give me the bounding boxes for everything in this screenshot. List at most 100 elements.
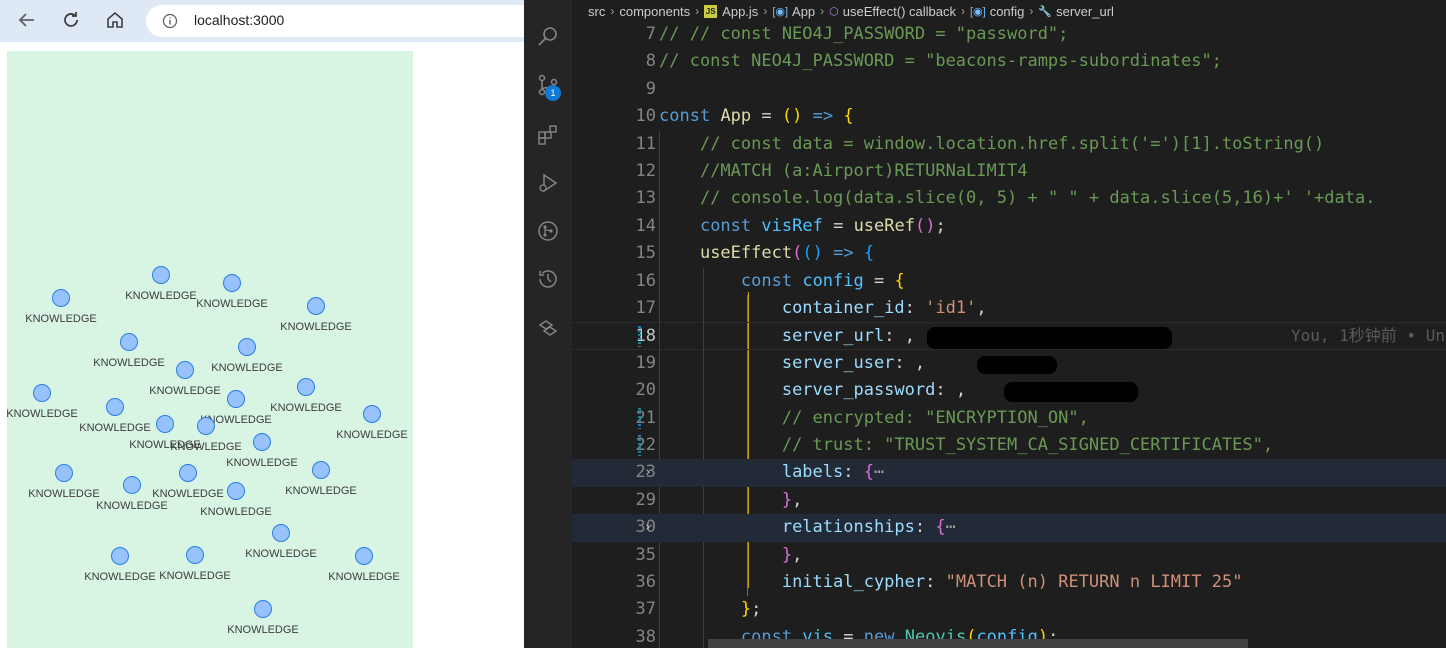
extensions-view-button[interactable] bbox=[533, 120, 563, 150]
graph-svg[interactable]: KNOWLEDGEKNOWLEDGEKNOWLEDGEKNOWLEDGEKNOW… bbox=[7, 51, 413, 648]
code-line[interactable]: 12 //MATCH (a:Airport)RETURNaLIMIT4 bbox=[572, 158, 1446, 185]
graph-node-circle[interactable] bbox=[312, 461, 330, 479]
graph-node-circle[interactable] bbox=[111, 547, 129, 565]
breadcrumb-item[interactable]: 🔧 server_url bbox=[1038, 4, 1114, 19]
code-line[interactable]: 7// // const NEO4J_PASSWORD = "password"… bbox=[572, 22, 1446, 48]
graph-node-circle[interactable] bbox=[272, 524, 290, 542]
graph-node-label: KNOWLEDGE bbox=[159, 570, 231, 582]
graph-node[interactable]: KNOWLEDGE bbox=[280, 297, 352, 334]
graph-node[interactable]: KNOWLEDGE bbox=[25, 289, 97, 326]
code-line[interactable]: 22 // trust: "TRUST_SYSTEM_CA_SIGNED_CER… bbox=[572, 432, 1446, 459]
breadcrumb-item[interactable]: [◉] App bbox=[772, 4, 815, 19]
site-info-icon[interactable] bbox=[162, 13, 178, 29]
chevron-right-icon: › bbox=[820, 4, 825, 18]
graph-node-circle[interactable] bbox=[33, 384, 51, 402]
breadcrumb-label: server_url bbox=[1056, 3, 1114, 19]
graph-node-circle[interactable] bbox=[186, 546, 204, 564]
graph-node-circle[interactable] bbox=[355, 547, 373, 565]
breadcrumb-item[interactable]: src bbox=[588, 4, 605, 19]
fold-chevron-icon[interactable]: › bbox=[644, 514, 652, 541]
back-arrow-icon bbox=[18, 13, 34, 27]
graph-node[interactable]: KNOWLEDGE bbox=[84, 547, 156, 584]
graph-node[interactable]: KNOWLEDGE bbox=[28, 464, 100, 501]
breadcrumb-item[interactable]: components bbox=[619, 4, 690, 19]
remote-explorer-button[interactable] bbox=[533, 314, 563, 344]
search-view-button[interactable] bbox=[533, 22, 563, 52]
graph-node[interactable]: KNOWLEDGE bbox=[336, 405, 408, 442]
code-line[interactable]: 11 // const data = window.location.href.… bbox=[572, 131, 1446, 158]
graph-node-circle[interactable] bbox=[152, 266, 170, 284]
code-line[interactable]: 14 const visRef = useRef(); bbox=[572, 213, 1446, 240]
graph-node-circle[interactable] bbox=[197, 417, 215, 435]
code-editor[interactable]: 7// // const NEO4J_PASSWORD = "password"… bbox=[572, 22, 1446, 648]
graph-node-circle[interactable] bbox=[253, 433, 271, 451]
graph-node-circle[interactable] bbox=[120, 333, 138, 351]
graph-node-circle[interactable] bbox=[55, 464, 73, 482]
graph-node-circle[interactable] bbox=[297, 378, 315, 396]
graph-node[interactable]: KNOWLEDGE bbox=[328, 547, 400, 584]
graph-node[interactable]: KNOWLEDGE bbox=[7, 384, 78, 421]
code-line[interactable]: 17 container_id: 'id1', bbox=[572, 295, 1446, 322]
graph-node[interactable]: KNOWLEDGE bbox=[152, 464, 224, 501]
code-line[interactable]: 36 initial_cypher: "MATCH (n) RETURN n L… bbox=[572, 569, 1446, 596]
graph-node-circle[interactable] bbox=[123, 476, 141, 494]
home-button[interactable] bbox=[100, 5, 130, 35]
graph-node[interactable]: KNOWLEDGE bbox=[159, 546, 231, 583]
graph-node-circle[interactable] bbox=[179, 464, 197, 482]
back-button[interactable] bbox=[12, 5, 42, 35]
code-line[interactable]: 8// const NEO4J_PASSWORD = "beacons-ramp… bbox=[572, 48, 1446, 75]
property-icon: 🔧 bbox=[1038, 5, 1053, 18]
code-line[interactable]: 9 bbox=[572, 76, 1446, 103]
code-line[interactable]: 37 }; bbox=[572, 596, 1446, 623]
graph-node-circle[interactable] bbox=[363, 405, 381, 423]
graph-node-circle[interactable] bbox=[156, 415, 174, 433]
graph-node-circle[interactable] bbox=[176, 361, 194, 379]
graph-node[interactable]: KNOWLEDGE bbox=[270, 378, 342, 415]
graph-node-circle[interactable] bbox=[227, 482, 245, 500]
reload-button[interactable] bbox=[56, 5, 86, 35]
code-line[interactable]: 23 › labels: {⋯ bbox=[572, 459, 1446, 487]
graph-node[interactable]: KNOWLEDGE bbox=[245, 524, 317, 561]
graph-node-label: KNOWLEDGE bbox=[84, 571, 156, 583]
redaction-mark bbox=[927, 327, 1172, 350]
graph-node[interactable]: KNOWLEDGE bbox=[125, 266, 197, 303]
timeline-view-button[interactable] bbox=[533, 264, 563, 294]
graph-node[interactable]: KNOWLEDGE bbox=[79, 398, 151, 435]
git-graph-icon bbox=[538, 221, 558, 241]
graph-node[interactable]: KNOWLEDGE bbox=[227, 600, 299, 637]
code-line[interactable]: 10 const App = () => { bbox=[572, 103, 1446, 130]
code-line[interactable]: 16 const config = { bbox=[572, 268, 1446, 295]
graph-node-circle[interactable] bbox=[238, 338, 256, 356]
graph-canvas[interactable]: KNOWLEDGE KNOWLEDGE KNOWLEDGE KNOWLEDGE KNOW… bbox=[7, 51, 413, 648]
graph-node[interactable]: KNOWLEDGE bbox=[196, 274, 268, 311]
breadcrumb-item[interactable]: [◉] config bbox=[970, 4, 1024, 19]
run-debug-view-button[interactable] bbox=[533, 168, 563, 198]
code-line[interactable]: 15 useEffect(() => { bbox=[572, 240, 1446, 267]
graph-node[interactable]: KNOWLEDGE bbox=[211, 338, 283, 375]
graph-node-label: KNOWLEDGE bbox=[245, 548, 317, 560]
graph-node-label: KNOWLEDGE bbox=[25, 313, 97, 325]
line-number: 8 bbox=[645, 51, 656, 72]
graph-node-label: KNOWLEDGE bbox=[336, 429, 408, 441]
code-line[interactable]: 21 // encrypted: "ENCRYPTION_ON", bbox=[572, 405, 1446, 432]
git-graph-view-button[interactable] bbox=[533, 216, 563, 246]
graph-node-circle[interactable] bbox=[106, 398, 124, 416]
line-number: 19 bbox=[635, 352, 656, 373]
breadcrumb-item[interactable]: ⬡ useEffect() callback bbox=[829, 4, 956, 19]
graph-node-circle[interactable] bbox=[223, 274, 241, 292]
address-bar[interactable]: localhost:3000 bbox=[146, 5, 536, 37]
graph-node-circle[interactable] bbox=[227, 390, 245, 408]
graph-node-circle[interactable] bbox=[254, 600, 272, 618]
graph-node-circle[interactable] bbox=[52, 289, 70, 307]
fold-chevron-icon[interactable]: › bbox=[644, 459, 652, 486]
horizontal-scrollbar[interactable] bbox=[708, 639, 1248, 648]
code-line[interactable]: 30 › relationships: {⋯ bbox=[572, 514, 1446, 542]
code-text: useEffect(() => { bbox=[699, 243, 875, 264]
code-line[interactable]: 13 // console.log(data.slice(0, 5) + " "… bbox=[572, 185, 1446, 212]
code-line[interactable]: 29 }, bbox=[572, 487, 1446, 514]
graph-node-circle[interactable] bbox=[307, 297, 325, 315]
code-line[interactable]: 35 }, bbox=[572, 542, 1446, 569]
graph-node[interactable]: KNOWLEDGE bbox=[93, 333, 165, 370]
breadcrumb-item[interactable]: JS App.js bbox=[704, 4, 758, 19]
url-text[interactable]: localhost:3000 bbox=[194, 12, 284, 28]
